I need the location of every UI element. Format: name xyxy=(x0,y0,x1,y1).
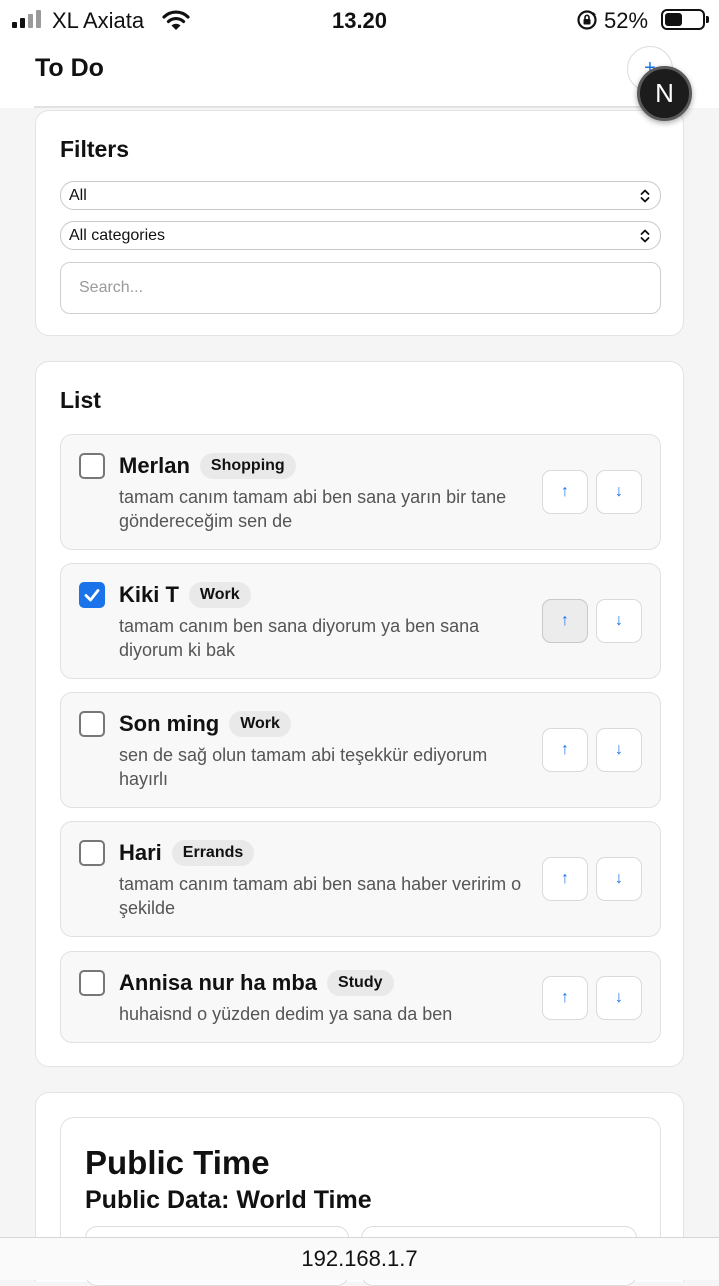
nextjs-dev-indicator[interactable]: N xyxy=(637,66,692,121)
list-card: List Merlan Shopping tamam canım tamam ab… xyxy=(35,361,684,1067)
todo-description: sen de sağ olun tamam abi teşekkür ediyo… xyxy=(119,745,488,789)
todo-name: Annisa nur ha mba xyxy=(119,970,318,995)
todo-item: Son ming Work sen de sağ olun tamam abi t… xyxy=(60,692,661,808)
todo-item: Annisa nur ha mba Study huhaisnd o yüzden… xyxy=(60,951,661,1043)
todo-description: huhaisnd o yüzden dedim ya sana da ben xyxy=(119,1004,453,1024)
list-title: List xyxy=(60,387,101,413)
todo-name: Son ming xyxy=(119,711,220,736)
move-down-button[interactable]: ↓ xyxy=(596,976,642,1020)
carrier-name: XL Axiata xyxy=(52,8,145,33)
todo-description: tamam canım tamam abi ben sana haber ver… xyxy=(119,874,522,918)
app-header: To Do + xyxy=(0,40,719,108)
todo-checkbox[interactable] xyxy=(79,711,105,737)
move-up-button[interactable]: ↑ xyxy=(542,599,588,643)
move-up-button[interactable]: ↑ xyxy=(542,728,588,772)
move-down-button[interactable]: ↓ xyxy=(596,857,642,901)
rotation-lock-icon xyxy=(577,10,597,30)
todo-name: Kiki T xyxy=(119,582,179,607)
public-time-subtitle: Public Data: World Time xyxy=(85,1186,372,1214)
chevron-up-down-icon xyxy=(640,229,650,243)
move-down-button[interactable]: ↓ xyxy=(596,728,642,772)
category-tag: Work xyxy=(188,582,251,608)
move-up-button[interactable]: ↑ xyxy=(542,470,588,514)
todo-description: tamam canım ben sana diyorum ya ben sana… xyxy=(119,616,480,660)
todo-name: Hari xyxy=(119,840,162,865)
move-up-button[interactable]: ↑ xyxy=(542,976,588,1020)
move-up-button[interactable]: ↑ xyxy=(542,857,588,901)
move-down-button[interactable]: ↓ xyxy=(596,470,642,514)
todo-checkbox[interactable] xyxy=(79,970,105,996)
todo-checkbox[interactable] xyxy=(79,582,105,608)
search-input[interactable] xyxy=(60,262,661,314)
cellular-signal-icon xyxy=(12,8,41,28)
status-filter-value: All xyxy=(69,187,87,204)
category-tag: Work xyxy=(229,711,291,737)
filters-card: Filters All All categories xyxy=(35,110,684,336)
todo-checkbox[interactable] xyxy=(79,453,105,479)
status-filter-select[interactable]: All xyxy=(60,181,661,210)
battery-icon xyxy=(661,9,709,30)
public-time-title: Public Time xyxy=(85,1144,270,1181)
category-tag: Shopping xyxy=(199,453,296,479)
todo-item: Hari Errands tamam canım tamam abi ben sa… xyxy=(60,821,661,937)
todo-title-row: Merlan Shopping xyxy=(119,453,296,479)
chevron-up-down-icon xyxy=(640,189,650,203)
todo-checkbox[interactable] xyxy=(79,840,105,866)
category-tag: Study xyxy=(327,970,394,996)
todo-item: Merlan Shopping tamam canım tamam abi ben… xyxy=(60,434,661,550)
todo-item: Kiki T Work tamam canım ben sana diyorum … xyxy=(60,563,661,679)
move-down-button[interactable]: ↓ xyxy=(596,599,642,643)
category-filter-value: All categories xyxy=(69,227,166,244)
wifi-icon xyxy=(162,10,190,30)
browser-url-bar[interactable]: 192.168.1.7 xyxy=(0,1237,719,1280)
todo-title-row: Hari Errands xyxy=(119,840,255,866)
status-bar: XL Axiata 13.20 52% xyxy=(0,0,719,40)
todo-name: Merlan xyxy=(119,453,190,478)
battery-percent: 52% xyxy=(604,8,649,33)
filters-title: Filters xyxy=(60,136,130,162)
todo-title-row: Kiki T Work xyxy=(119,582,251,608)
category-tag: Errands xyxy=(171,840,255,866)
category-filter-select[interactable]: All categories xyxy=(60,221,661,250)
page-title: To Do xyxy=(35,54,104,82)
todo-title-row: Annisa nur ha mba Study xyxy=(119,970,394,996)
checkmark-icon xyxy=(84,589,100,602)
todo-description: tamam canım tamam abi ben sana yarın bir… xyxy=(119,487,507,531)
todo-title-row: Son ming Work xyxy=(119,711,291,737)
